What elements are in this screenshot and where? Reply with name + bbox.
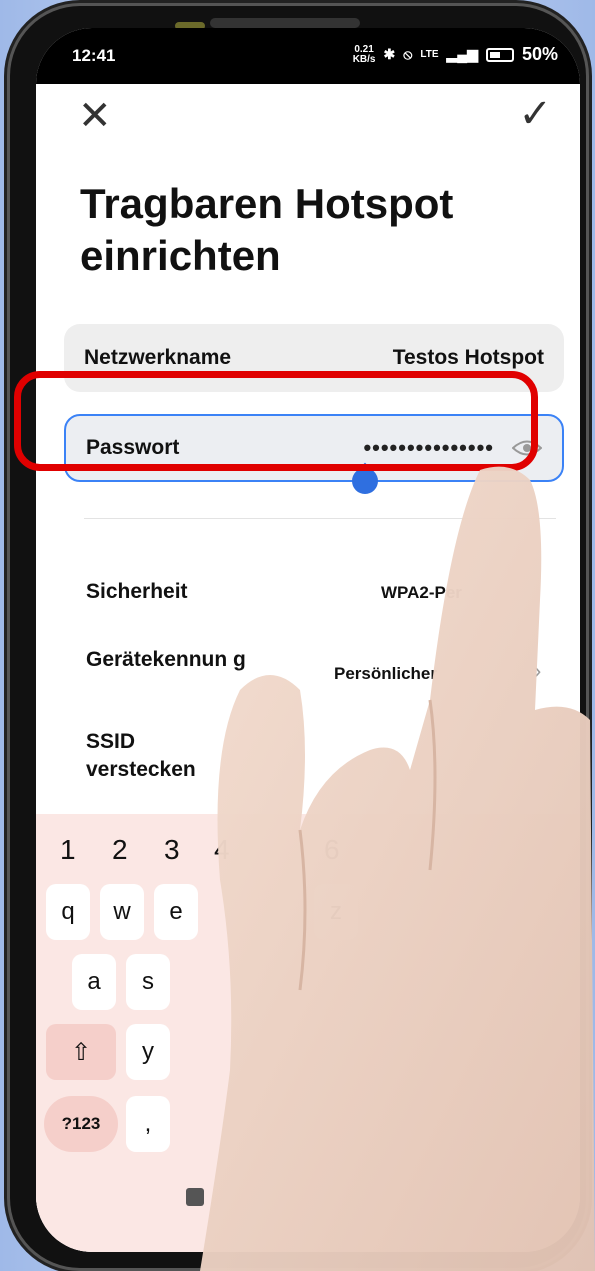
security-value[interactable]: WPA2-Per [381,583,462,603]
network-speed: 0.21 KB/s [352,43,376,65]
key-w[interactable]: w [100,884,144,940]
network-type: LTE [420,49,439,60]
muted-notification-icon: ⦸ [403,46,413,62]
divider [84,518,556,519]
confirm-check-icon[interactable]: ✓ [518,94,552,134]
key-3[interactable]: 3 [164,834,180,866]
screen: 12:41 0.21 KB/s ✱ ⦸ LTE ▂▄▆ 50% ✕ ✓ Trag… [36,28,580,1252]
symbols-key[interactable]: ?123 [44,1096,118,1152]
bluetooth-icon: ✱ [383,46,396,62]
key-a[interactable]: a [72,954,116,1010]
security-label: Sicherheit [86,580,188,603]
key-1[interactable]: 1 [60,834,76,866]
network-name-value: Testos Hotspot [392,346,544,369]
recent-apps-icon[interactable] [186,1188,204,1206]
key-q[interactable]: q [46,884,90,940]
chevron-right-icon: › [534,658,542,683]
status-time: 12:41 [72,46,116,65]
comma-key[interactable]: , [126,1096,170,1152]
status-icons: 0.21 KB/s ✱ ⦸ LTE ▂▄▆ 50% [353,44,558,65]
close-icon[interactable]: ✕ [78,96,112,136]
keyboard: 1 2 3 4 6 q w e z a s ⇧ y ?123 , [36,814,580,1252]
key-6[interactable]: 6 [324,834,340,866]
key-2[interactable]: 2 [112,834,128,866]
network-name-label: Netzwerkname [84,346,232,369]
key-e[interactable]: e [154,884,198,940]
battery-percent: 50% [521,44,558,64]
key-4[interactable]: 4 [214,834,230,866]
key-z[interactable]: z [314,884,358,940]
speaker-grille [210,18,360,28]
battery-icon [485,47,514,62]
device-id-value[interactable]: Persönlicher [334,664,437,684]
key-y[interactable]: y [126,1024,170,1080]
shift-arrow-icon: ⇧ [70,1038,92,1066]
status-bar: 12:41 0.21 KB/s ✱ ⦸ LTE ▂▄▆ 50% [36,28,580,84]
device-id-label: Gerätekennun g [86,648,246,671]
key-s[interactable]: s [126,954,170,1010]
signal-icon: ▂▄▆ [446,46,478,62]
hide-ssid-label: SSID verstecken [86,730,196,781]
phone-frame: 12:41 0.21 KB/s ✱ ⦸ LTE ▂▄▆ 50% ✕ ✓ Trag… [10,6,586,1268]
shift-key[interactable]: ⇧ [46,1024,116,1080]
page-title: Tragbaren Hotspot einrichten [80,180,454,279]
highlight-outline [14,371,538,471]
